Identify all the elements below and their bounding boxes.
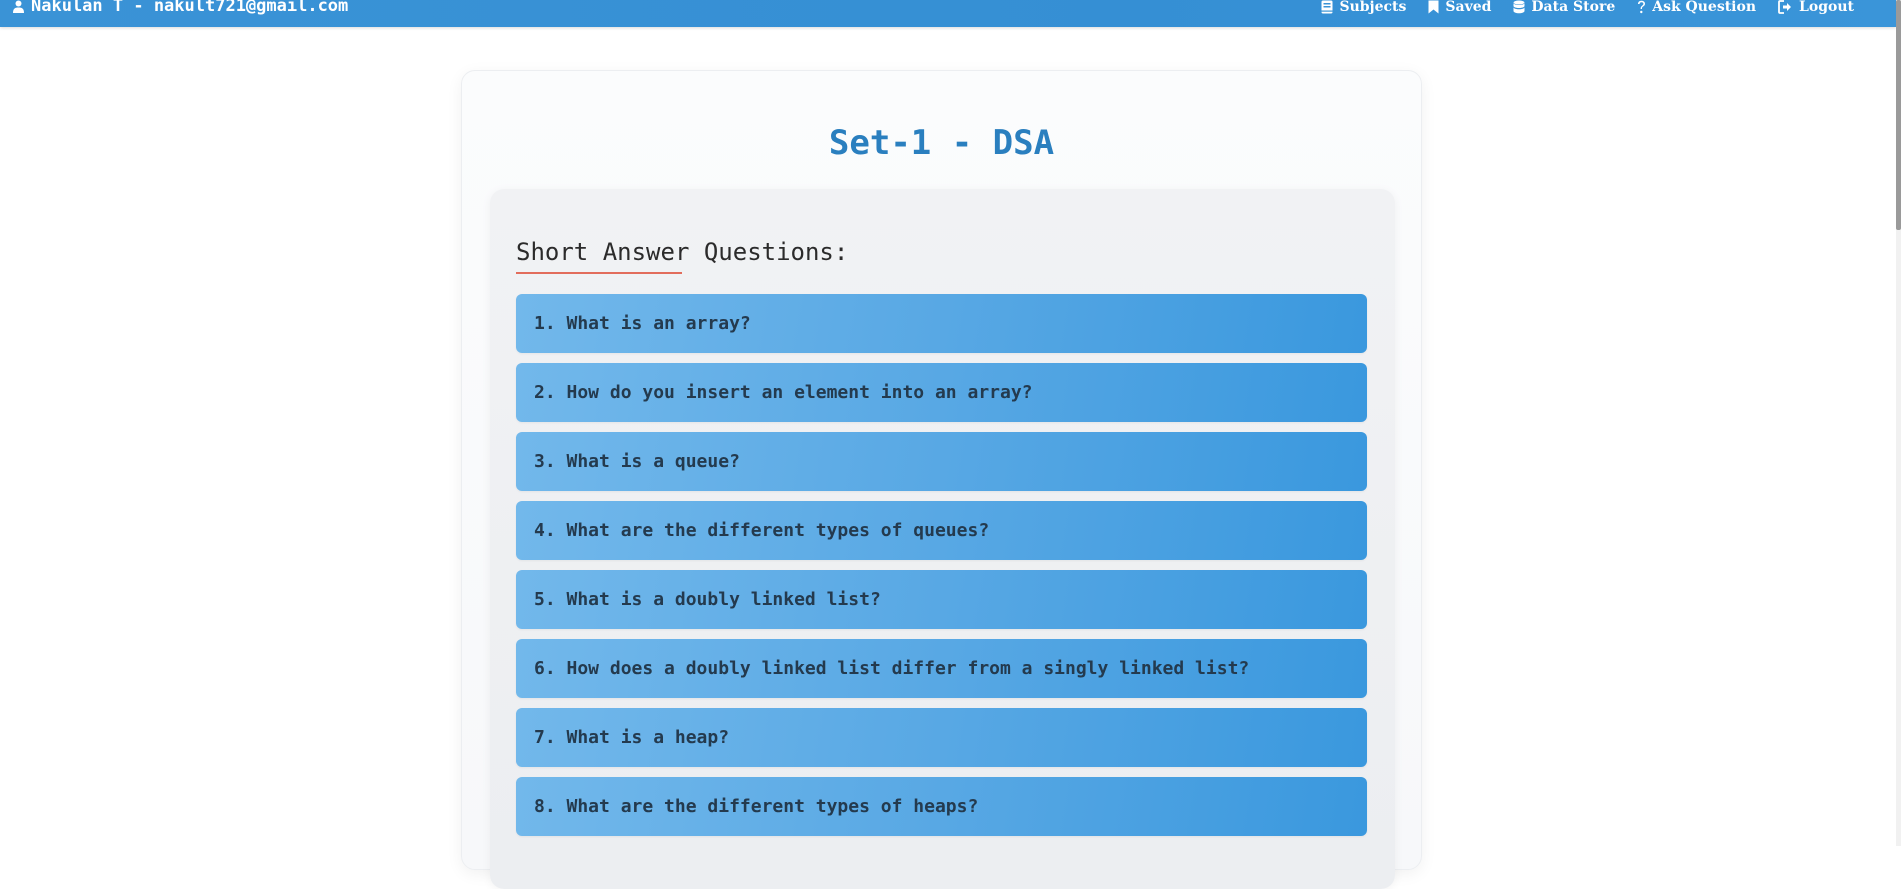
question-text: 1. What is an array?: [534, 313, 751, 334]
question-text: 3. What is a queue?: [534, 451, 740, 472]
question-item[interactable]: 4. What are the different types of queue…: [516, 501, 1367, 560]
question-text: 6. How does a doubly linked list differ …: [534, 658, 1250, 679]
nav-ask-question[interactable]: Ask Question: [1637, 0, 1756, 14]
nav-saved[interactable]: Saved: [1428, 0, 1491, 14]
question-text: 5. What is a doubly linked list?: [534, 589, 881, 610]
bookmark-icon: [1428, 0, 1439, 14]
nav-subjects[interactable]: Subjects: [1321, 0, 1406, 14]
question-set-card: Set-1 - DSA Short Answer Questions: 1. W…: [461, 70, 1422, 889]
nav-data-store[interactable]: Data Store: [1513, 0, 1615, 14]
nav-logout[interactable]: Logout: [1778, 0, 1854, 14]
question-item[interactable]: 3. What is a queue?: [516, 432, 1367, 491]
user-label: Nakulan T - nakult721@gmail.com: [31, 0, 349, 16]
nav-data-store-label: Data Store: [1531, 0, 1616, 15]
page-scrollbar[interactable]: [1896, 0, 1901, 846]
question-item[interactable]: 5. What is a doubly linked list?: [516, 570, 1367, 629]
question-item[interactable]: 6. How does a doubly linked list differ …: [516, 639, 1367, 698]
main-nav: Subjects Saved Data Store Ask Question L…: [1321, 0, 1854, 14]
question-item[interactable]: 8. What are the different types of heaps…: [516, 777, 1367, 836]
question-item[interactable]: 7. What is a heap?: [516, 708, 1367, 767]
nav-saved-label: Saved: [1445, 0, 1492, 15]
user-icon: [12, 0, 25, 13]
question-item[interactable]: 2. How do you insert an element into an …: [516, 363, 1367, 422]
scrollbar-thumb[interactable]: [1896, 0, 1901, 230]
question-item[interactable]: 1. What is an array?: [516, 294, 1367, 353]
question-text: 4. What are the different types of queue…: [534, 520, 990, 541]
question-list: 1. What is an array? 2. How do you inser…: [516, 294, 1367, 846]
question-text: 2. How do you insert an element into an …: [534, 382, 1033, 403]
section-heading: Short Answer Questions:: [516, 238, 849, 266]
page-title: Set-1 - DSA: [828, 123, 1055, 163]
top-navbar: Nakulan T - nakult721@gmail.com Subjects…: [0, 0, 1896, 27]
database-icon: [1513, 0, 1525, 14]
nav-subjects-label: Subjects: [1339, 0, 1407, 15]
user-info[interactable]: Nakulan T - nakult721@gmail.com: [12, 0, 349, 16]
logout-icon: [1778, 0, 1793, 14]
nav-logout-label: Logout: [1799, 0, 1854, 15]
short-answer-section: Short Answer Questions: 1. What is an ar…: [490, 189, 1395, 889]
book-icon: [1321, 0, 1333, 14]
nav-ask-question-label: Ask Question: [1652, 0, 1757, 15]
question-text: 8. What are the different types of heaps…: [534, 796, 979, 817]
question-text: 7. What is a heap?: [534, 727, 730, 748]
heading-underline: [516, 272, 682, 274]
question-icon: [1637, 0, 1646, 14]
